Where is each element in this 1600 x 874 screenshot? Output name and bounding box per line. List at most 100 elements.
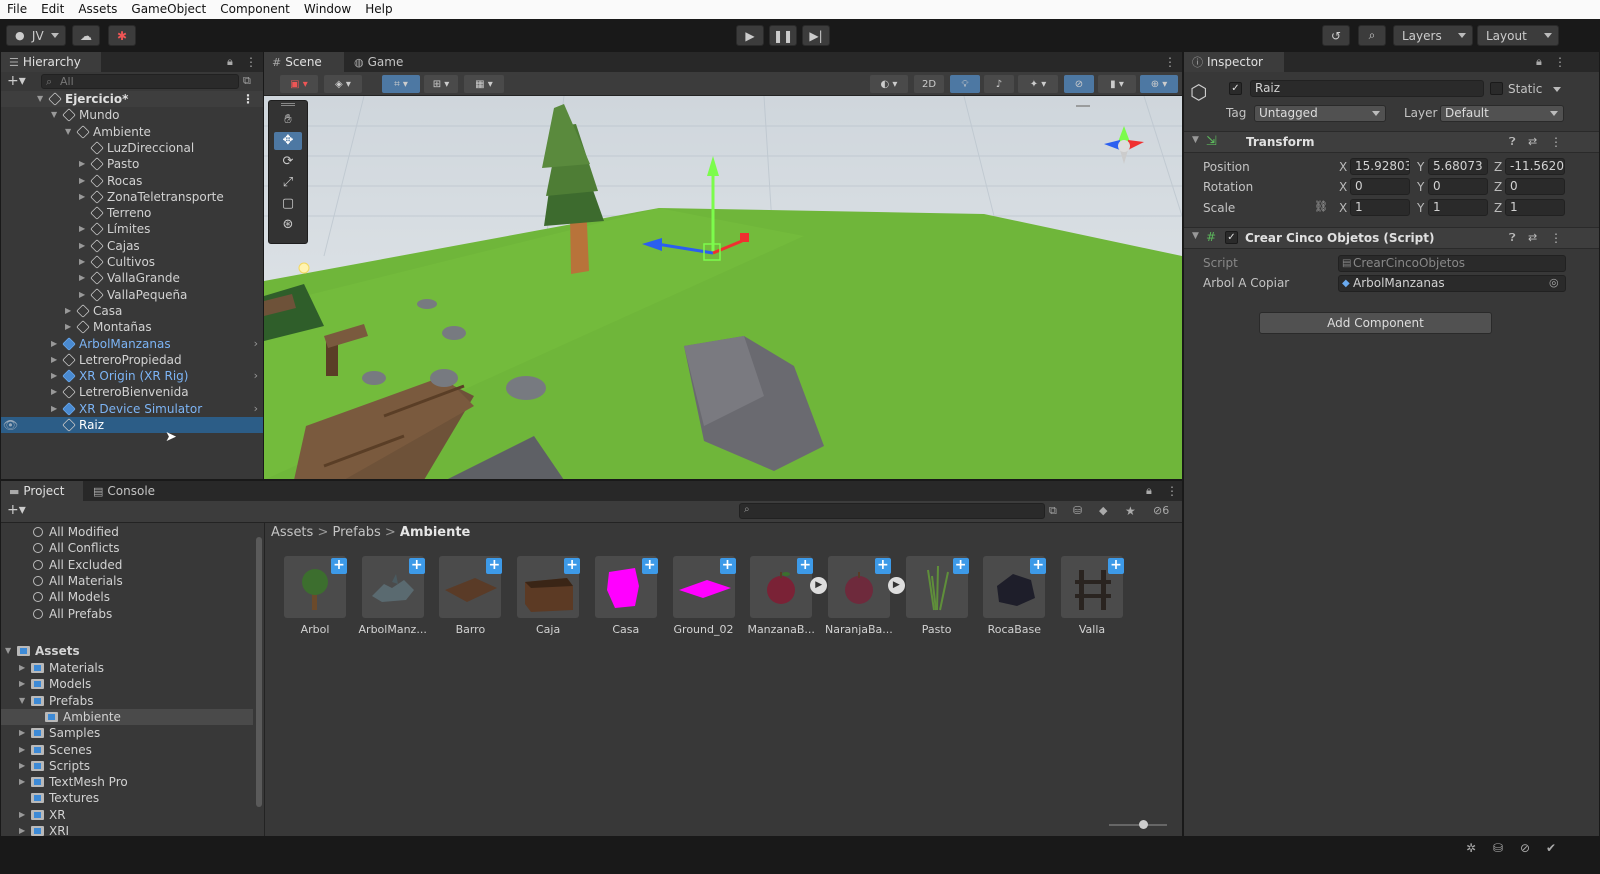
menu-item-window[interactable]: Window	[297, 0, 358, 19]
folder-item[interactable]: Textures	[1, 790, 253, 806]
account-dropdown[interactable]: ● JV	[6, 25, 66, 46]
add-component-button[interactable]: Add Component	[1259, 312, 1492, 334]
hierarchy-item[interactable]: ▶ ZonaTeletransporte	[1, 189, 263, 205]
camera-button[interactable]: ▮ ▾	[1098, 75, 1136, 93]
snap-button[interactable]: ⊞ ▾	[424, 75, 458, 93]
search-by-type-icon[interactable]: ⧉	[1049, 504, 1057, 518]
lock-icon[interactable]: 🔒︎	[1536, 55, 1542, 69]
transform-tool[interactable]: ⊛	[274, 216, 302, 234]
hidden-packages-toggle[interactable]: ⊘6	[1153, 504, 1169, 517]
assets-root[interactable]: ▼ Assets	[1, 643, 253, 659]
favorite-item[interactable]: All Models	[1, 589, 253, 605]
add-icon[interactable]: +▾	[7, 73, 26, 89]
favorite-item[interactable]: All Modified	[1, 524, 253, 540]
play-button[interactable]: ▶	[736, 25, 764, 46]
menu-item-component[interactable]: Component	[213, 0, 297, 19]
folder-item[interactable]: ▶ Materials	[1, 660, 253, 676]
favorite-item[interactable]: All Materials	[1, 573, 253, 589]
component-enabled-checkbox[interactable]: ✓	[1225, 231, 1238, 244]
menu-item-edit[interactable]: Edit	[34, 0, 71, 19]
folder-item[interactable]: ▶ Scenes	[1, 742, 253, 758]
zoom-slider[interactable]	[1109, 820, 1167, 829]
asset-item[interactable]: + RocaBase	[980, 556, 1047, 640]
pivot-button[interactable]: ⌗ ▾	[382, 75, 420, 93]
layer-dropdown[interactable]: Default	[1440, 105, 1564, 122]
asset-item[interactable]: + Valla	[1058, 556, 1124, 640]
hierarchy-item[interactable]: ▶ Cultivos	[1, 254, 263, 270]
hierarchy-item[interactable]: ▼ Ambiente	[1, 124, 263, 140]
rotation-x-field[interactable]: 0	[1350, 178, 1410, 195]
folder-item[interactable]: ▶ XRI	[1, 823, 253, 836]
step-button[interactable]: ▶|	[802, 25, 830, 46]
hierarchy-item[interactable]: ▶ Casa	[1, 303, 263, 319]
hierarchy-search-input[interactable]: ⌕ All	[41, 74, 239, 89]
open-prefab-chevron-icon[interactable]: ›	[254, 401, 258, 417]
history-button[interactable]: ↺	[1322, 25, 1350, 46]
hierarchy-item[interactable]: ▶ LetreroBienvenida	[1, 384, 263, 400]
star-icon[interactable]: ★	[1125, 504, 1136, 518]
position-y-field[interactable]: 5.68073	[1428, 158, 1488, 175]
zoom-slider-thumb[interactable]	[1139, 820, 1148, 829]
folder-item[interactable]: ▼ Prefabs	[1, 693, 253, 709]
tag-dropdown[interactable]: Untagged	[1254, 105, 1386, 122]
expand-icon[interactable]: ▶	[79, 254, 85, 270]
expand-icon[interactable]: ▶	[51, 336, 57, 352]
hierarchy-item[interactable]: ▼ Mundo	[1, 107, 263, 123]
expand-icon[interactable]: ▶	[65, 319, 71, 335]
more-options-icon[interactable]: ⋮	[245, 55, 257, 69]
position-x-field[interactable]: 15.92803	[1350, 158, 1410, 175]
arbol-a-copiar-field[interactable]: ◆ ArbolManzanas	[1338, 275, 1566, 292]
folder-item[interactable]: ▶ Samples	[1, 725, 253, 741]
expand-icon[interactable]: ▶	[79, 287, 85, 303]
breadcrumb-assets[interactable]: Assets	[271, 525, 313, 540]
hierarchy-item[interactable]: ▶ VallaGrande	[1, 270, 263, 286]
expand-icon[interactable]: ▶	[19, 725, 25, 741]
open-prefab-chevron-icon[interactable]: ›	[254, 368, 258, 384]
favorite-item[interactable]: All Prefabs	[1, 606, 253, 622]
object-picker-icon[interactable]: ◎	[1549, 276, 1559, 289]
hierarchy-item[interactable]: Raiz 👁︎	[1, 417, 263, 433]
hidden-objects-button[interactable]: ⊘	[1064, 75, 1094, 93]
more-options-icon[interactable]: ⋮	[1550, 231, 1562, 245]
draw-mode-button[interactable]: ▣ ▾	[280, 75, 318, 93]
hierarchy-item[interactable]: ▶ VallaPequeña	[1, 287, 263, 303]
expand-icon[interactable]: ▶	[19, 774, 25, 790]
expand-icon[interactable]: ▶	[19, 807, 25, 823]
hierarchy-item[interactable]: Terreno	[1, 205, 263, 221]
asset-item[interactable]: + ▶ ManzanaB...	[747, 556, 828, 640]
transform-header[interactable]: ▼ ⇲ Transform ❓︎ ⇄ ⋮	[1184, 131, 1599, 153]
hierarchy-item[interactable]: ▶ LetreroPropiedad	[1, 352, 263, 368]
expand-icon[interactable]: ▶	[79, 189, 85, 205]
database-icon[interactable]: ⛁	[1493, 841, 1503, 855]
folder-item[interactable]: ▶ Models	[1, 676, 253, 692]
folder-item[interactable]: ▶ XR	[1, 807, 253, 823]
expand-icon[interactable]: ▶	[65, 303, 71, 319]
shading-button[interactable]: ◈ ▾	[324, 75, 362, 93]
expand-icon[interactable]: ▶	[79, 238, 85, 254]
tab-game[interactable]: ◍ Game	[346, 52, 420, 72]
chevron-down-icon[interactable]	[1553, 87, 1561, 92]
hierarchy-item[interactable]: ▶ XR Device Simulator ›	[1, 401, 263, 417]
tree-scrollbar[interactable]	[255, 525, 263, 835]
open-prefab-chevron-icon[interactable]: ›	[254, 336, 258, 352]
add-icon[interactable]: +▾	[7, 502, 26, 518]
asset-item[interactable]: + Caja	[514, 556, 581, 640]
hierarchy-item[interactable]: ▶ Límites	[1, 221, 263, 237]
asset-item[interactable]: + ▶ NaranjaBa...	[825, 556, 905, 640]
more-options-icon[interactable]: ⋮	[1554, 55, 1566, 69]
scale-z-field[interactable]: 1	[1505, 199, 1565, 216]
hierarchy-item[interactable]: ▶ Montañas	[1, 319, 263, 335]
label-icon[interactable]: ◆	[1099, 504, 1107, 517]
tab-hierarchy[interactable]: ☰ Hierarchy	[1, 52, 101, 72]
menu-item-gameobject[interactable]: GameObject	[124, 0, 213, 19]
collab-button[interactable]: ✱	[108, 25, 136, 46]
menu-item-assets[interactable]: Assets	[71, 0, 124, 19]
tab-scene[interactable]: # Scene	[264, 52, 344, 72]
tab-console[interactable]: ▤ Console	[85, 481, 167, 501]
presets-icon[interactable]: ⇄	[1528, 231, 1537, 244]
expand-icon[interactable]: ▶	[79, 270, 85, 286]
hierarchy-item[interactable]: ▶ Pasto	[1, 156, 263, 172]
script-component-header[interactable]: ▼ # ✓ Crear Cinco Objetos (Script) ❓︎ ⇄ …	[1184, 227, 1599, 249]
project-search-input[interactable]: ⌕	[739, 503, 1045, 519]
help-icon[interactable]: ❓︎	[1509, 135, 1516, 149]
